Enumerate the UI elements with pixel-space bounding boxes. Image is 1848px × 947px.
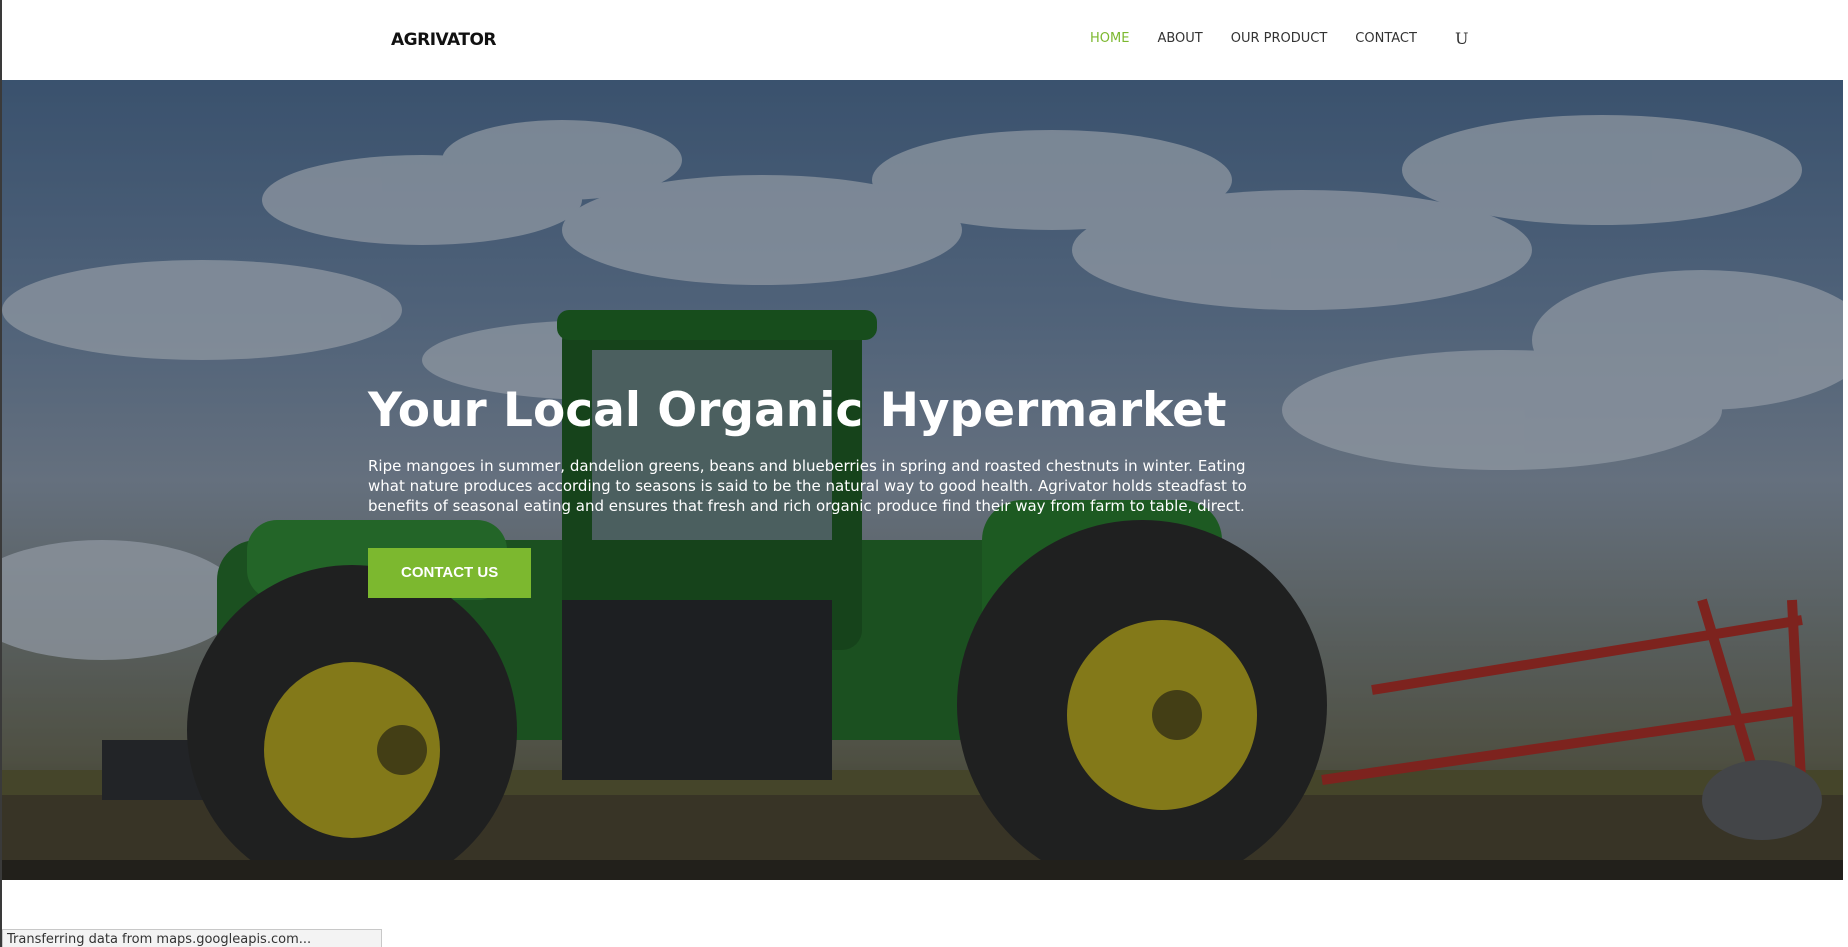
hero-description: Ripe mangoes in summer, dandelion greens… bbox=[368, 457, 1247, 515]
main-nav: HOME ABOUT OUR PRODUCT CONTACT U bbox=[1090, 28, 1468, 50]
logo[interactable]: AGRIVATOR bbox=[391, 26, 497, 54]
nav-item-contact[interactable]: CONTACT bbox=[1355, 28, 1417, 50]
hero-section: Your Local Organic Hypermarket Ripe mang… bbox=[2, 80, 1843, 880]
hero-title: Your Local Organic Hypermarket bbox=[368, 383, 1227, 438]
window-left-border bbox=[0, 0, 2, 947]
site-header: AGRIVATOR HOME ABOUT OUR PRODUCT CONTACT… bbox=[2, 0, 1843, 80]
search-icon[interactable]: U bbox=[1455, 28, 1468, 50]
scrollbar-gutter bbox=[1843, 0, 1848, 947]
hero-content: Your Local Organic Hypermarket Ripe mang… bbox=[368, 378, 1288, 598]
nav-item-about[interactable]: ABOUT bbox=[1157, 28, 1202, 50]
contact-us-button[interactable]: CONTACT US bbox=[368, 548, 532, 598]
browser-status-bar: Transferring data from maps.googleapis.c… bbox=[2, 929, 382, 947]
nav-item-home[interactable]: HOME bbox=[1090, 28, 1129, 50]
nav-item-our-product[interactable]: OUR PRODUCT bbox=[1231, 28, 1328, 50]
page: AGRIVATOR HOME ABOUT OUR PRODUCT CONTACT… bbox=[0, 0, 1848, 947]
